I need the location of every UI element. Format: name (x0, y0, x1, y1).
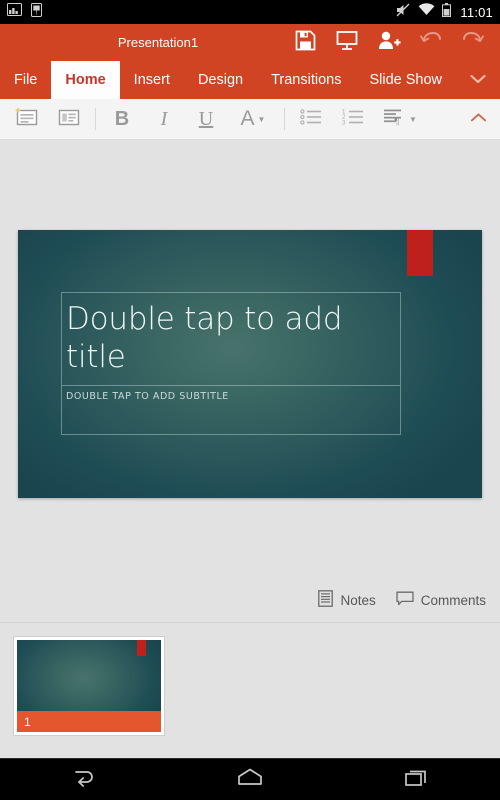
slide-canvas-area[interactable]: Double tap to add title DOUBLE TAP TO AD… (0, 140, 500, 578)
chevron-up-icon (470, 110, 487, 128)
numbered-list-button[interactable]: 1 2 3 (332, 99, 374, 140)
numbered-list-icon: 1 2 3 (342, 108, 364, 131)
svg-text:3: 3 (342, 119, 346, 125)
android-back-button[interactable] (38, 759, 128, 800)
slide-layout-button[interactable] (48, 99, 90, 140)
svg-text:¶: ¶ (395, 116, 400, 126)
bold-icon: B (114, 107, 130, 130)
notes-button[interactable]: Notes (318, 590, 376, 610)
font-color-icon: A (240, 107, 255, 130)
new-slide-button[interactable] (6, 99, 48, 140)
sim-card-icon: ! (31, 2, 42, 22)
powerpoint-mobile-app: ! 11:01 Presentation1 File Home Insert D… (0, 0, 500, 800)
recent-apps-icon (403, 766, 431, 793)
notes-document-icon (318, 590, 334, 610)
thumbnail-accent-rectangle (137, 640, 146, 656)
paragraph-button[interactable]: ¶ ▼ (374, 99, 426, 140)
underline-button[interactable]: U (185, 99, 227, 140)
screenshot-icon (7, 3, 22, 21)
underline-icon: U (198, 107, 214, 130)
collapse-ribbon-button[interactable] (456, 99, 500, 140)
tab-home[interactable]: Home (51, 61, 120, 99)
status-bar-clock: 11:01 (460, 4, 493, 20)
status-bar-left-icons: ! (7, 2, 42, 22)
android-navigation-bar (0, 758, 500, 800)
redo-button[interactable] (452, 24, 494, 61)
tab-insert[interactable]: Insert (120, 61, 184, 99)
android-recents-button[interactable] (372, 759, 462, 800)
tab-file[interactable]: File (0, 61, 51, 99)
thumbnail-preview: 1 (17, 640, 161, 732)
italic-button[interactable]: I (143, 99, 185, 140)
more-tabs-button[interactable] (456, 61, 500, 99)
ribbon-toolbar: B I U A ▼ 1 2 3 ¶ ▼ (0, 99, 500, 140)
new-slide-icon (14, 106, 40, 133)
home-icon (235, 767, 265, 792)
current-slide[interactable]: Double tap to add title DOUBLE TAP TO AD… (18, 230, 482, 498)
paragraph-align-icon: ¶ (383, 108, 406, 131)
toolbar-divider (95, 108, 96, 130)
bullet-list-button[interactable] (290, 99, 332, 140)
notes-comments-bar: Notes Comments (0, 578, 500, 623)
status-bar-right-icons: 11:01 (396, 2, 493, 22)
comment-bubble-icon (396, 591, 414, 610)
volume-muted-icon (396, 3, 411, 22)
slide-thumbnail-1[interactable]: 1 (14, 637, 164, 735)
undo-button[interactable] (410, 24, 452, 61)
slide-accent-rectangle (407, 230, 433, 276)
title-placeholder-text[interactable]: Double tap to add title (66, 300, 396, 376)
tab-slide-show[interactable]: Slide Show (355, 61, 456, 99)
tab-design[interactable]: Design (184, 61, 257, 99)
notes-label: Notes (340, 592, 376, 608)
ribbon-tab-bar: File Home Insert Design Transitions Slid… (0, 61, 500, 99)
android-status-bar: ! 11:01 (0, 0, 500, 24)
app-title-bar: Presentation1 (0, 24, 500, 61)
toolbar-divider (284, 108, 285, 130)
comments-button[interactable]: Comments (396, 591, 486, 610)
undo-arrow-icon (420, 30, 442, 55)
slide-layout-icon (56, 106, 82, 133)
font-color-button[interactable]: A ▼ (227, 99, 279, 140)
bold-button[interactable]: B (101, 99, 143, 140)
wifi-icon (418, 3, 435, 21)
redo-arrow-icon (462, 30, 484, 55)
tab-transitions[interactable]: Transitions (257, 61, 355, 99)
comments-label: Comments (420, 592, 486, 608)
chevron-down-icon: ▼ (257, 114, 266, 124)
chevron-down-icon: ▼ (409, 114, 417, 124)
slide-number: 1 (24, 714, 31, 729)
thumbnail-number-bar: 1 (17, 711, 161, 732)
slide-thumbnail-strip[interactable]: 1 (0, 623, 500, 755)
battery-icon (442, 2, 452, 22)
bullet-list-icon (300, 108, 322, 131)
android-home-button[interactable] (205, 759, 295, 800)
chevron-down-icon (470, 71, 486, 89)
italic-icon: I (160, 107, 168, 130)
back-arrow-icon (69, 766, 97, 793)
subtitle-placeholder-text[interactable]: DOUBLE TAP TO ADD SUBTITLE (66, 391, 229, 402)
